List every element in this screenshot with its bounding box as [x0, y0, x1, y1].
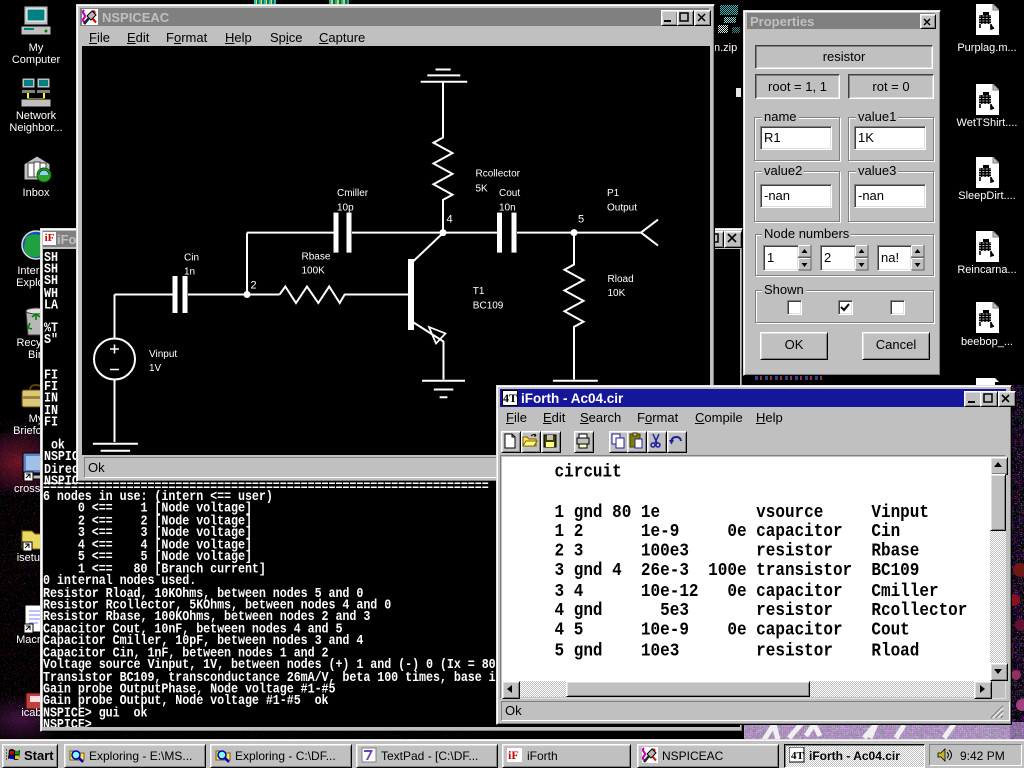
svg-text:Cout: Cout: [499, 188, 520, 199]
svg-text:P1: P1: [607, 188, 620, 199]
svg-text:1V: 1V: [149, 363, 162, 374]
svg-text:2: 2: [251, 280, 257, 292]
svg-text:Rload: Rload: [608, 274, 634, 285]
svg-text:Rbase: Rbase: [302, 252, 331, 263]
svg-text:Cin: Cin: [184, 253, 199, 264]
svg-text:Cmiller: Cmiller: [337, 188, 369, 199]
svg-text:5: 5: [578, 214, 584, 226]
svg-text:iF: iF: [508, 748, 519, 762]
svg-text:10n: 10n: [499, 203, 516, 214]
svg-text:Output: Output: [607, 203, 637, 214]
svg-text:4T: 4T: [791, 750, 805, 762]
svg-text:T1: T1: [473, 286, 485, 297]
svg-text:100K: 100K: [302, 266, 326, 277]
svg-text:5K: 5K: [476, 184, 489, 195]
svg-text:10K: 10K: [608, 288, 626, 299]
svg-text:BC109: BC109: [473, 301, 504, 312]
svg-text:Rcollector: Rcollector: [476, 169, 521, 180]
svg-text:4: 4: [447, 214, 453, 226]
svg-text:10p: 10p: [337, 203, 354, 214]
svg-text:1n: 1n: [184, 267, 195, 278]
svg-text:Vinput: Vinput: [149, 349, 177, 360]
